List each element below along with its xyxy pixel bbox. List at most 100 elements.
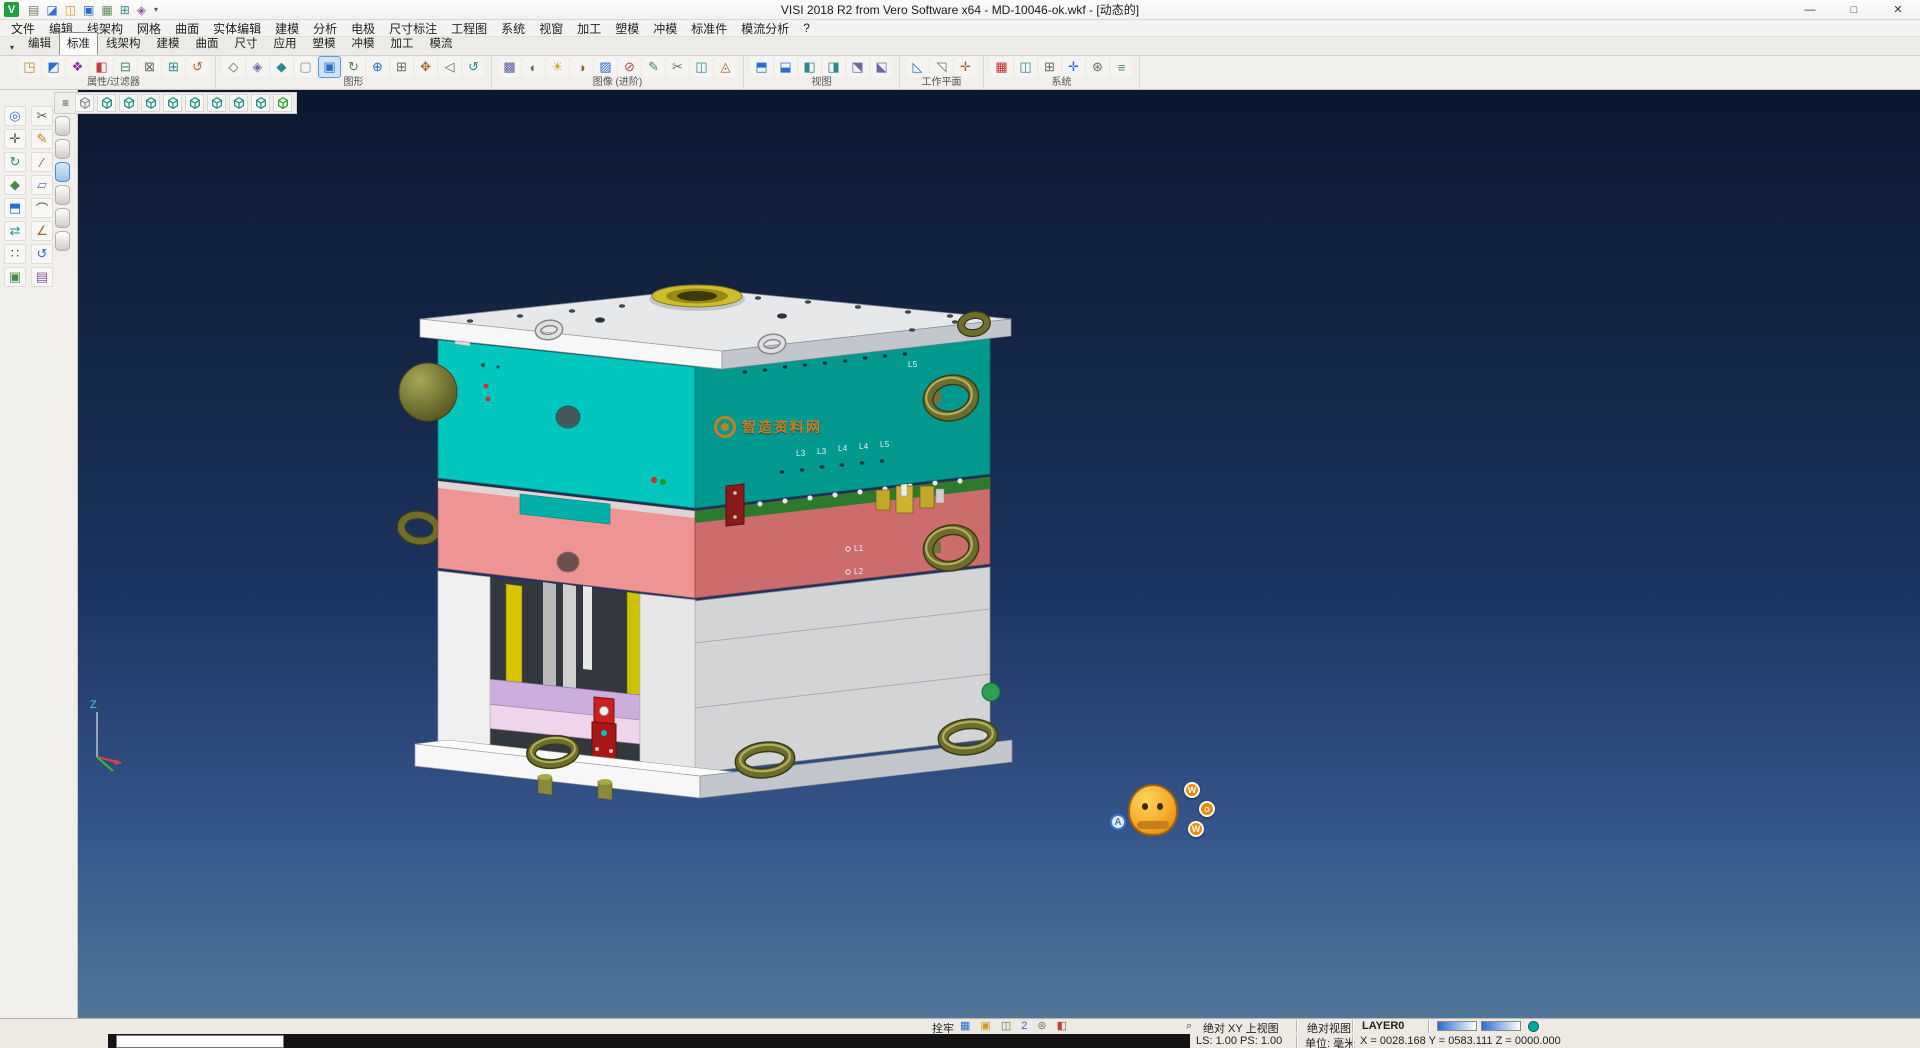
refresh-view-icon[interactable]: ↺ bbox=[463, 57, 484, 77]
view-left-cube-icon[interactable] bbox=[185, 94, 204, 112]
open-folder-icon[interactable]: ◫ bbox=[65, 4, 76, 16]
menu-item[interactable]: 系统 bbox=[494, 20, 532, 37]
workplane-origin-icon[interactable]: ✛ bbox=[955, 57, 976, 77]
view-iso-cube-icon[interactable] bbox=[251, 94, 270, 112]
compare-icon[interactable]: ◬ bbox=[715, 57, 736, 77]
view-shaded-cube-icon[interactable] bbox=[273, 94, 292, 112]
pattern-icon[interactable]: ∷ bbox=[4, 244, 26, 264]
clip-icon[interactable]: ✂ bbox=[667, 57, 688, 77]
material-icon[interactable]: ◑ bbox=[571, 57, 592, 77]
pan-icon[interactable]: ✥ bbox=[415, 57, 436, 77]
workplane-xy-icon[interactable]: ◺ bbox=[907, 57, 928, 77]
arc-icon[interactable]: ⌒ bbox=[31, 198, 53, 218]
element-filter-icon[interactable]: ⊟ bbox=[115, 57, 136, 77]
angle-measure-icon[interactable]: ∠ bbox=[31, 221, 53, 241]
3d-viewport[interactable]: L5L3L3L4L4L5L1L2 Z 智造资料网 A WoW bbox=[78, 90, 1920, 1018]
workbench-tab[interactable]: 标准 bbox=[59, 32, 98, 55]
view-front-icon[interactable]: ⬔ bbox=[847, 57, 868, 77]
shaded-icon[interactable]: ◆ bbox=[271, 57, 292, 77]
help-icon[interactable]: ◈ bbox=[137, 4, 146, 16]
import-icon[interactable]: ◪ bbox=[46, 4, 57, 16]
history-slot-1-icon[interactable] bbox=[55, 116, 70, 136]
export-icon[interactable]: ▣ bbox=[4, 267, 26, 287]
system-colors-icon[interactable]: ▦ bbox=[991, 57, 1012, 77]
profiles-icon[interactable]: ◫ bbox=[1001, 1021, 1011, 1032]
view-bottom-cube-icon[interactable] bbox=[229, 94, 248, 112]
shadow-icon[interactable]: ◐ bbox=[523, 57, 544, 77]
view-wire-cube-icon[interactable] bbox=[75, 94, 94, 112]
workbench-tab[interactable]: 建模 bbox=[149, 32, 188, 55]
view-back-cube-icon[interactable] bbox=[207, 94, 226, 112]
image-capture-icon[interactable]: ▣ bbox=[980, 1021, 990, 1032]
print-icon[interactable]: ▦ bbox=[101, 4, 112, 16]
settings-gear-icon[interactable]: ⊛ bbox=[1037, 1021, 1046, 1032]
menu-item[interactable]: 冲模 bbox=[646, 20, 684, 37]
menu-item[interactable]: 标准件 bbox=[684, 20, 734, 37]
close-button[interactable]: ✕ bbox=[1876, 0, 1920, 19]
measure-icon[interactable]: ✎ bbox=[643, 57, 664, 77]
reset-filter-icon[interactable]: ↺ bbox=[187, 57, 208, 77]
menu-item[interactable]: ? bbox=[796, 21, 817, 35]
active-layer-label[interactable]: LAYER0 bbox=[1362, 1020, 1404, 1032]
light-icon[interactable]: ☀ bbox=[547, 57, 568, 77]
dynamic-rotate-icon[interactable]: ↻ bbox=[343, 57, 364, 77]
save-icon[interactable]: ▣ bbox=[83, 4, 94, 16]
plot-icon[interactable]: ▤ bbox=[31, 267, 53, 287]
tabbar-caret-icon[interactable]: ▾ bbox=[4, 43, 20, 55]
undo-icon[interactable]: ↺ bbox=[31, 244, 53, 264]
sketch-pencil-icon[interactable]: ✎ bbox=[31, 129, 53, 149]
view-right-icon[interactable]: ◨ bbox=[823, 57, 844, 77]
display-settings-icon[interactable]: ◫ bbox=[1015, 57, 1036, 77]
previous-view-icon[interactable]: ◁ bbox=[439, 57, 460, 77]
maximize-button[interactable]: □ bbox=[1832, 0, 1876, 19]
snap-point-icon[interactable]: ✛ bbox=[4, 129, 26, 149]
menu-item[interactable]: 加工 bbox=[570, 20, 608, 37]
select-icon[interactable]: ◎ bbox=[4, 106, 26, 126]
layer-filter-icon[interactable]: ❖ bbox=[67, 57, 88, 77]
history-slot-2-icon[interactable] bbox=[55, 139, 70, 159]
knife-split-icon[interactable]: ∕ bbox=[31, 152, 53, 172]
solid-box-icon[interactable]: ◆ bbox=[4, 175, 26, 195]
capture-icon[interactable]: ◫ bbox=[691, 57, 712, 77]
history-slot-3-icon[interactable] bbox=[55, 162, 70, 182]
workbench-tab[interactable]: 冲模 bbox=[344, 32, 383, 55]
workbench-tab[interactable]: 线架构 bbox=[98, 32, 149, 55]
history-slot-5-icon[interactable] bbox=[55, 208, 70, 228]
wireframe-icon[interactable]: ◇ bbox=[223, 57, 244, 77]
snap-settings-icon[interactable]: ✛ bbox=[1063, 57, 1084, 77]
section-icon[interactable]: ⊘ bbox=[619, 57, 640, 77]
menu-item[interactable]: 视窗 bbox=[532, 20, 570, 37]
zoom-fit-icon[interactable]: ⊕ bbox=[367, 57, 388, 77]
view-toolbar-menu-icon[interactable]: ≡ bbox=[59, 96, 72, 110]
background-icon[interactable]: ▨ bbox=[595, 57, 616, 77]
select-all-icon[interactable]: ⊞ bbox=[163, 57, 184, 77]
minimize-button[interactable]: — bbox=[1788, 0, 1832, 19]
workbench-tab[interactable]: 应用 bbox=[266, 32, 305, 55]
taskbar-search-box[interactable] bbox=[116, 1035, 284, 1048]
trim-scissors-icon[interactable]: ✂ bbox=[31, 106, 53, 126]
view-bottom-icon[interactable]: ⬓ bbox=[775, 57, 796, 77]
quick-access-caret-icon[interactable]: ▾ bbox=[154, 5, 158, 14]
options-icon[interactable]: ⊛ bbox=[1087, 57, 1108, 77]
color-filter-icon[interactable]: ◧ bbox=[91, 57, 112, 77]
zoom-window-icon[interactable]: ⊞ bbox=[391, 57, 412, 77]
workbench-tab[interactable]: 编辑 bbox=[20, 32, 59, 55]
workbench-tab[interactable]: 加工 bbox=[383, 32, 422, 55]
workbench-tab[interactable]: 曲面 bbox=[188, 32, 227, 55]
grid-toggle-icon[interactable]: ▦ bbox=[960, 1021, 970, 1032]
extrude-icon[interactable]: ⬒ bbox=[4, 198, 26, 218]
render-icon[interactable]: ▩ bbox=[499, 57, 520, 77]
edit-2d-icon[interactable]: 2 bbox=[1021, 1021, 1027, 1032]
workbench-tab[interactable]: 模流 bbox=[422, 32, 461, 55]
history-slot-4-icon[interactable] bbox=[55, 185, 70, 205]
filter-icon[interactable]: ◩ bbox=[43, 57, 64, 77]
view-axonometric-icon[interactable] bbox=[97, 94, 116, 112]
menu-item[interactable]: 塑模 bbox=[608, 20, 646, 37]
active-color-dot[interactable] bbox=[1528, 1021, 1539, 1032]
color-ramp-swatch[interactable] bbox=[1437, 1021, 1477, 1031]
color-ramp-swatch[interactable] bbox=[1481, 1021, 1521, 1031]
move-icon[interactable]: ⇄ bbox=[4, 221, 26, 241]
view-top-cube-icon[interactable] bbox=[119, 94, 138, 112]
workplane-align-icon[interactable]: ◹ bbox=[931, 57, 952, 77]
magnifier-icon[interactable]: ⌕ bbox=[1186, 1020, 1192, 1033]
